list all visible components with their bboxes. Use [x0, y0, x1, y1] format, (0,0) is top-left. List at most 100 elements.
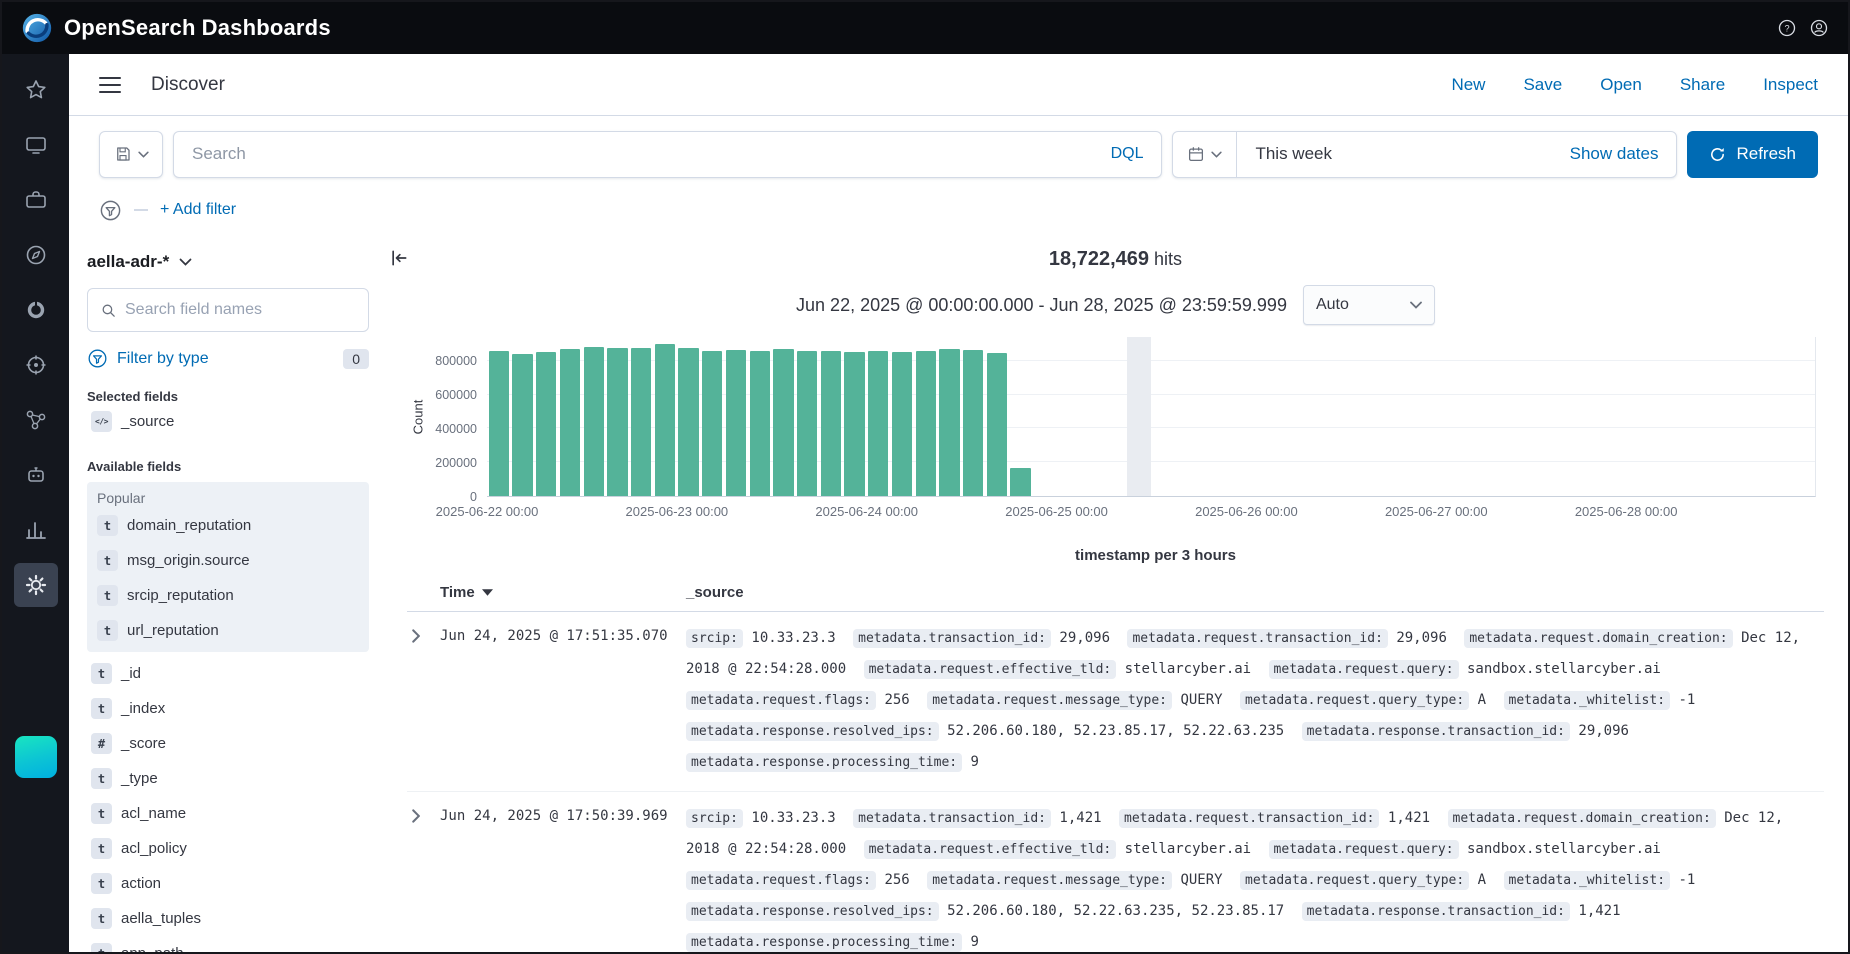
- field-value: stellarcyber.ai: [1125, 661, 1251, 677]
- discover-panel: 18,722,469 hits Jun 22, 2025 @ 00:00:00.…: [387, 236, 1848, 952]
- field-item[interactable]: t acl_policy: [87, 831, 369, 866]
- field-item[interactable]: t domain_reputation: [93, 508, 363, 543]
- field-item[interactable]: t action: [87, 866, 369, 901]
- query-language-button[interactable]: DQL: [1111, 145, 1144, 163]
- field-item[interactable]: t app_path: [87, 936, 369, 952]
- calendar-button[interactable]: [1173, 132, 1237, 177]
- field-item[interactable]: t aella_tuples: [87, 901, 369, 936]
- saved-query-button[interactable]: [99, 131, 163, 178]
- open-button[interactable]: Open: [1600, 75, 1642, 95]
- save-button[interactable]: Save: [1523, 75, 1562, 95]
- popular-fields-list: t domain_reputation t msg_origin.source …: [93, 508, 363, 648]
- briefcase-icon[interactable]: [14, 178, 58, 222]
- field-value: 52.206.60.180, 52.23.85.17, 52.22.63.235: [947, 723, 1284, 739]
- histogram-bar[interactable]: [892, 352, 912, 496]
- popular-header: Popular: [93, 486, 363, 508]
- histogram-bar[interactable]: [702, 351, 722, 496]
- opensearch-logo[interactable]: [20, 11, 54, 45]
- discover-content: aella-adr-* Filter by type 0 Selected fi…: [69, 236, 1848, 952]
- histogram-bar[interactable]: [821, 351, 841, 496]
- histogram-bar[interactable]: [560, 349, 580, 496]
- histogram-bar[interactable]: [489, 351, 509, 496]
- stellar-cyber-logo[interactable]: [15, 736, 57, 778]
- histogram-bar[interactable]: [844, 352, 864, 496]
- histogram-bar[interactable]: [750, 351, 770, 496]
- field-name: srcip_reputation: [127, 587, 234, 604]
- field-key-badge: metadata._whitelist:: [1504, 871, 1671, 890]
- robot-icon[interactable]: [14, 453, 58, 497]
- field-value: QUERY: [1180, 872, 1222, 888]
- table-row[interactable]: Jun 24, 2025 @ 17:51:35.070 srcip: 10.33…: [407, 612, 1824, 792]
- field-key-badge: metadata._whitelist:: [1504, 691, 1671, 710]
- field-value: 1,421: [1388, 810, 1430, 826]
- field-type-badge: t: [97, 515, 118, 536]
- monitor-icon[interactable]: [14, 123, 58, 167]
- target-icon[interactable]: [14, 343, 58, 387]
- field-item[interactable]: t url_reputation: [93, 613, 363, 648]
- user-account-icon[interactable]: [1808, 17, 1830, 39]
- star-icon[interactable]: [14, 68, 58, 112]
- field-item[interactable]: t msg_origin.source: [93, 543, 363, 578]
- field-type-badge: t: [91, 838, 112, 859]
- field-item[interactable]: t acl_name: [87, 796, 369, 831]
- histogram-bar[interactable]: [987, 353, 1007, 496]
- field-item[interactable]: # _score: [87, 726, 369, 761]
- histogram-bar[interactable]: [1010, 468, 1030, 496]
- field-item[interactable]: t _index: [87, 691, 369, 726]
- sort-desc-icon: [482, 589, 493, 596]
- expand-row-icon[interactable]: [407, 623, 440, 643]
- time-range-label: Jun 22, 2025 @ 00:00:00.000 - Jun 28, 20…: [796, 295, 1287, 316]
- donut-chart-icon[interactable]: [14, 288, 58, 332]
- show-dates-button[interactable]: Show dates: [1570, 144, 1677, 164]
- highlight-band: [1127, 337, 1151, 496]
- field-search-input[interactable]: [125, 301, 356, 319]
- filter-by-type-button[interactable]: Filter by type 0: [87, 348, 369, 369]
- histogram-bar[interactable]: [963, 350, 983, 496]
- interval-select[interactable]: Auto: [1303, 285, 1435, 325]
- table-row[interactable]: Jun 24, 2025 @ 17:50:39.969 srcip: 10.33…: [407, 792, 1824, 952]
- field-key-badge: metadata.request.query_type:: [1240, 871, 1469, 890]
- histogram-bar[interactable]: [939, 349, 959, 496]
- histogram-bar[interactable]: [868, 351, 888, 496]
- share-button[interactable]: Share: [1680, 75, 1725, 95]
- filter-menu-icon[interactable]: [99, 199, 122, 222]
- histogram-bar[interactable]: [726, 350, 746, 496]
- network-graph-icon[interactable]: [14, 398, 58, 442]
- new-button[interactable]: New: [1451, 75, 1485, 95]
- field-item[interactable]: t _type: [87, 761, 369, 796]
- expand-row-icon[interactable]: [407, 803, 440, 823]
- collapse-sidebar-icon[interactable]: [389, 248, 409, 268]
- histogram-bar[interactable]: [512, 354, 532, 496]
- histogram-bar[interactable]: [678, 348, 698, 496]
- gear-icon[interactable]: [14, 563, 58, 607]
- field-type-badge: t: [97, 585, 118, 606]
- help-icon[interactable]: ?: [1776, 17, 1798, 39]
- histogram-bar[interactable]: [916, 351, 936, 496]
- inspect-button[interactable]: Inspect: [1763, 75, 1818, 95]
- field-item[interactable]: </> _source: [87, 404, 369, 439]
- histogram-chart: Count 0200000400000600000800000 2025-06-…: [407, 337, 1816, 523]
- add-filter-button[interactable]: + Add filter: [160, 201, 236, 219]
- menu-icon[interactable]: [99, 76, 121, 94]
- histogram-bar[interactable]: [655, 344, 675, 496]
- histogram-bar[interactable]: [631, 348, 651, 496]
- compass-icon[interactable]: [14, 233, 58, 277]
- field-name: domain_reputation: [127, 517, 251, 534]
- hits-count: 18,722,469 hits: [407, 248, 1824, 271]
- time-column-header[interactable]: Time: [440, 584, 686, 601]
- histogram-plot[interactable]: [487, 337, 1816, 497]
- date-range-value[interactable]: This week: [1237, 144, 1350, 164]
- histogram-bar[interactable]: [536, 352, 556, 496]
- histogram-bar[interactable]: [797, 351, 817, 496]
- index-pattern-select[interactable]: aella-adr-*: [87, 252, 369, 272]
- histogram-bar[interactable]: [607, 348, 627, 496]
- chevron-down-icon: [1211, 151, 1222, 158]
- histogram-bar[interactable]: [773, 349, 793, 496]
- field-item[interactable]: t _id: [87, 656, 369, 691]
- refresh-button[interactable]: Refresh: [1687, 131, 1818, 178]
- histogram-bar[interactable]: [584, 347, 604, 496]
- field-key-badge: srcip:: [686, 629, 743, 648]
- field-item[interactable]: t srcip_reputation: [93, 578, 363, 613]
- bar-chart-icon[interactable]: [14, 508, 58, 552]
- search-input[interactable]: [192, 144, 1099, 164]
